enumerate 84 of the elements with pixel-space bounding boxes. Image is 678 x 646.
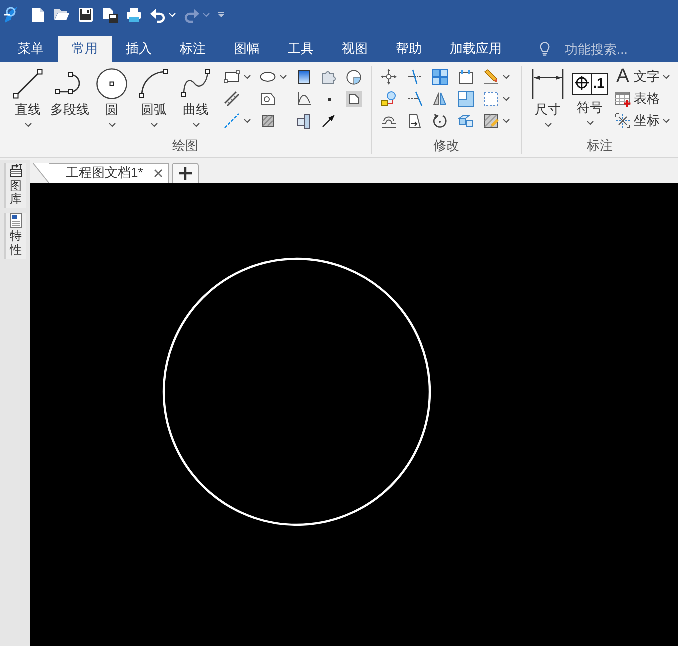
crossing-lines-icon[interactable] (406, 69, 422, 85)
rectangle-icon[interactable] (224, 69, 240, 85)
circle-button[interactable]: 圆 (91, 66, 133, 127)
text-button[interactable]: A 文字 (612, 66, 672, 88)
arrow-icon[interactable] (321, 113, 337, 129)
line-button[interactable]: 直线 (7, 66, 49, 127)
undo-icon[interactable] (150, 7, 166, 23)
circle-icon (96, 68, 128, 100)
dashed-square-icon[interactable] (483, 91, 499, 107)
pie-icon[interactable] (346, 69, 362, 85)
folder-icon[interactable] (54, 7, 70, 23)
dashed-line-to-slash-icon[interactable] (406, 91, 422, 107)
group-label: 标注 (586, 138, 614, 154)
table-icon (615, 91, 631, 107)
dimension-line-icon (532, 68, 564, 100)
caret-icon[interactable] (244, 75, 251, 79)
pencil-icon[interactable] (483, 69, 499, 85)
curve-button[interactable]: 曲线 (175, 66, 217, 127)
menu-tab[interactable]: 插入 (112, 36, 166, 62)
crosshair-circle-icon (575, 76, 590, 90)
document-tab[interactable]: 工程图文档1* (33, 163, 170, 183)
gradient-square-icon[interactable] (296, 69, 312, 85)
menu-tab[interactable]: 常用 (58, 36, 112, 62)
file-icon[interactable] (30, 7, 46, 23)
search-field[interactable]: 功能搜索... (565, 42, 649, 56)
tray-arrow-icon (9, 163, 23, 178)
stepped-blocks-icon[interactable] (296, 113, 312, 129)
arc-button[interactable]: 圆弧 (133, 66, 175, 127)
mirrored-triangles-icon[interactable] (432, 91, 448, 107)
menu-tab[interactable]: 工具 (274, 36, 328, 62)
new-tab-button[interactable] (172, 163, 200, 183)
side-panel-tab[interactable]: 图库 (4, 163, 26, 208)
coordinate-button[interactable]: 坐标 (612, 110, 672, 132)
caret-icon[interactable] (280, 75, 287, 79)
close-icon[interactable] (154, 168, 164, 178)
circular-arrow-icon[interactable] (432, 113, 448, 129)
grid-icon[interactable] (432, 69, 448, 85)
menu-tab[interactable]: 帮助 (382, 36, 436, 62)
app-logo-icon[interactable] (3, 6, 19, 24)
table-button[interactable]: 表格 (612, 88, 672, 110)
save-as-icon[interactable] (102, 7, 118, 23)
side-panel-tab[interactable]: 特性 (4, 213, 26, 259)
menu-tab[interactable]: 视图 (328, 36, 382, 62)
menu-tab[interactable]: 标注 (166, 36, 220, 62)
curve-icon (180, 68, 212, 100)
document-icon (9, 213, 23, 228)
group-label: 绘图 (172, 138, 200, 154)
arc-icon (138, 68, 170, 100)
plus-icon (179, 167, 192, 180)
tabbed-frame-icon[interactable] (458, 69, 474, 85)
hatched-square-icon[interactable] (260, 113, 276, 129)
ellipse-icon[interactable] (260, 69, 276, 85)
caret-icon[interactable] (244, 119, 251, 123)
parallel-lines-icon[interactable] (224, 91, 240, 107)
letter-icon: A (615, 69, 631, 85)
line-icon (12, 68, 44, 100)
page-arrow-icon[interactable] (406, 113, 422, 129)
blocks-icon[interactable] (458, 113, 474, 129)
puzzle-icon[interactable] (321, 69, 337, 85)
shape-with-hole-icon[interactable] (260, 91, 276, 107)
menu-tab[interactable]: 菜单 (4, 36, 58, 62)
four-way-arrow-icon[interactable] (381, 69, 397, 85)
symbol-button[interactable]: .1 符号 (569, 66, 611, 125)
lightbulb-icon (540, 42, 550, 56)
dimension-button[interactable]: 尺寸 (527, 66, 569, 127)
polyline-button[interactable]: 多段线 (49, 66, 91, 118)
dashed-line-icon[interactable] (224, 113, 240, 129)
print-icon[interactable] (126, 7, 142, 23)
shapes-icon[interactable] (381, 91, 397, 107)
menu-tab[interactable]: 加载应用 (436, 36, 516, 62)
bar-caret-icon[interactable] (218, 12, 225, 18)
menu-tab[interactable]: 图幅 (220, 36, 274, 62)
split-square-icon[interactable] (458, 91, 474, 107)
frame-value: .1 (591, 74, 607, 94)
group-label: 修改 (432, 138, 460, 154)
point-icon[interactable] (328, 98, 330, 100)
hatch-pencil-icon[interactable] (483, 113, 499, 129)
cut-corner-square-icon[interactable] (346, 91, 362, 107)
caret-icon[interactable] (503, 97, 510, 101)
dashed-crosshair-icon (615, 113, 631, 129)
caret-icon[interactable] (503, 75, 510, 79)
save-icon[interactable] (78, 7, 94, 23)
caret-icon[interactable] (503, 119, 510, 123)
graph-icon[interactable] (296, 91, 312, 107)
